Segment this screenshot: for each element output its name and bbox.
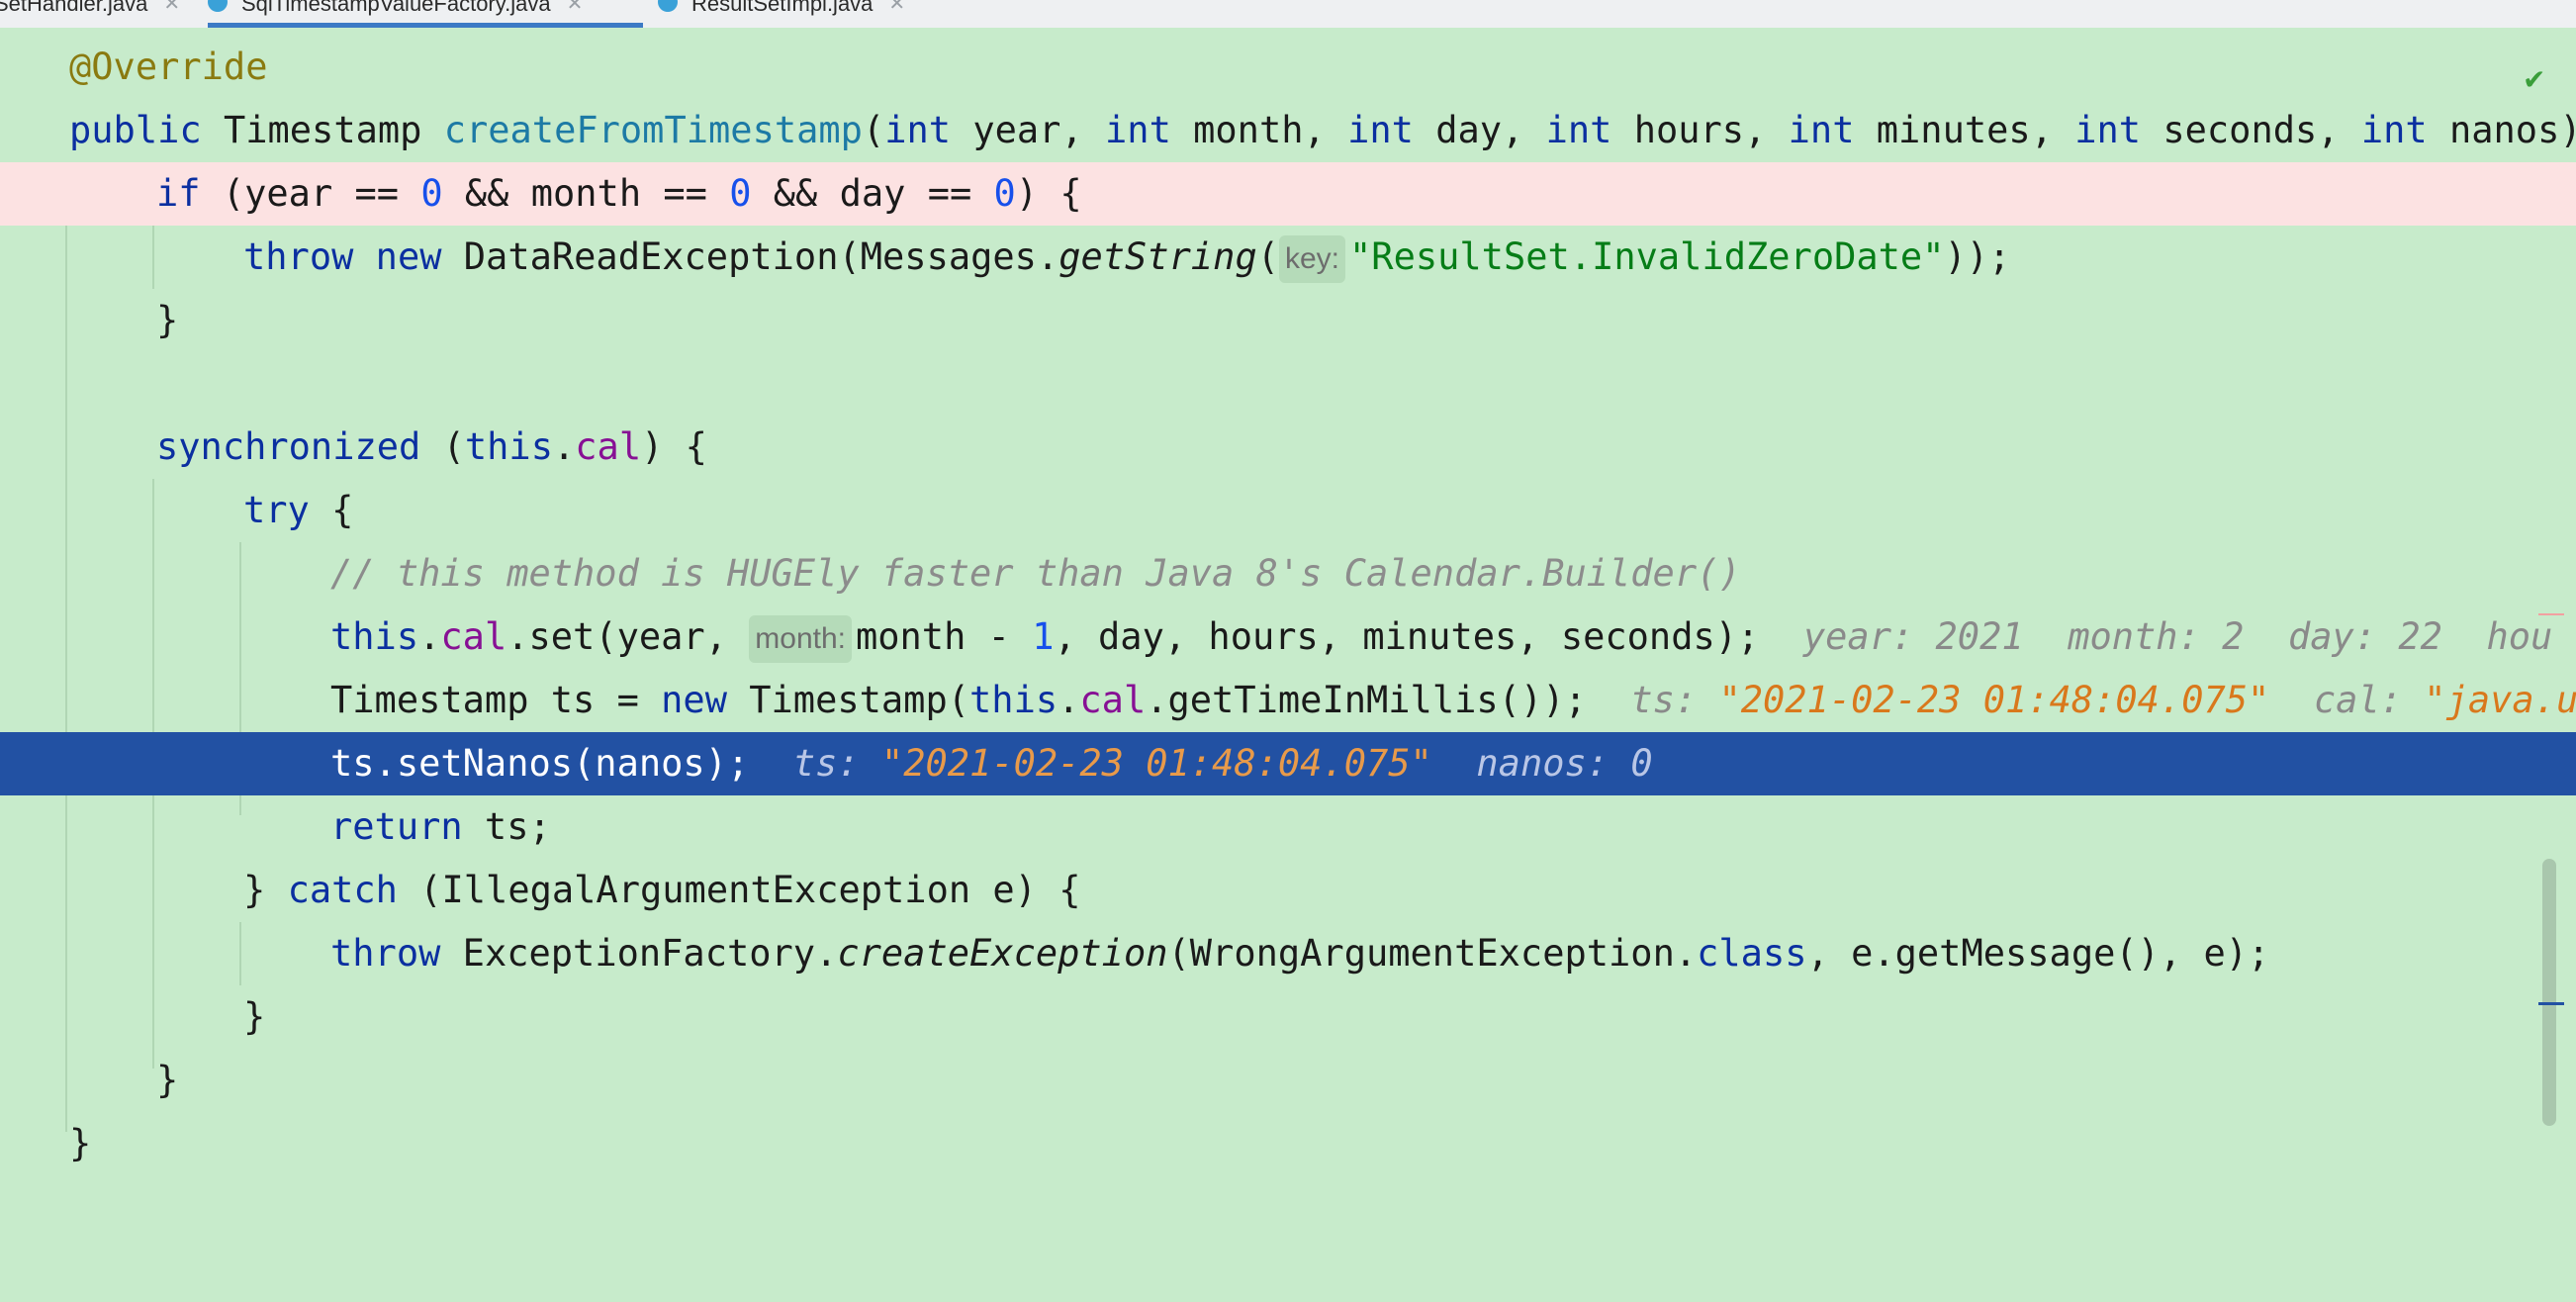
parameter-hint: month: — [749, 614, 852, 663]
code-line: synchronized (this.cal) { — [0, 416, 2576, 479]
throw-statement: throw ExceptionFactory.createException(W… — [330, 932, 2270, 975]
java-class-icon — [658, 0, 678, 12]
set-nanos-statement: ts.setNanos(nanos); ts: "2021-02-23 01:4… — [330, 742, 1653, 785]
tab-label: ResultSetImpl.java — [691, 0, 874, 16]
code-line: return ts; — [0, 795, 2576, 859]
cal-set-statement: this.cal.set(year, month: month - 1, day,… — [330, 605, 2552, 669]
code-line: } — [156, 299, 179, 341]
debug-inline-values: ts: "2021-02-23 01:48:04.075" nanos: 0 — [792, 742, 1653, 785]
code-line: @Override — [0, 36, 2576, 99]
debug-inline-values: ts: "2021-02-23 01:48:04.075" cal: "java… — [1630, 679, 2576, 721]
java-class-icon — [208, 0, 228, 12]
code-line: try { — [0, 479, 2576, 542]
close-icon[interactable]: ✕ — [567, 0, 584, 16]
current-execution-line: ts.setNanos(nanos); ts: "2021-02-23 01:4… — [0, 732, 2576, 795]
code-line: Timestamp ts = new Timestamp(this.cal.ge… — [0, 669, 2576, 732]
code-line: } — [243, 995, 266, 1038]
comment: // this method is HUGEly faster than Jav… — [330, 552, 1741, 595]
timestamp-declaration: Timestamp ts = new Timestamp(this.cal.ge… — [330, 669, 2576, 732]
code-line: throw new DataReadException(Messages.get… — [0, 226, 2576, 289]
tab-resultsetimpl[interactable]: ResultSetImpl.java ✕ — [658, 0, 905, 28]
code-editor[interactable]: @Override public Timestamp createFromTim… — [0, 28, 2576, 1179]
code-line-highlighted: if (year == 0 && month == 0 && day == 0)… — [0, 162, 2576, 226]
synchronized-block: synchronized (this.cal) { — [156, 425, 707, 468]
code-line: public Timestamp createFromTimestamp(int… — [0, 99, 2576, 162]
tab-label: SetHandler.java — [0, 0, 148, 16]
tab-sethandler[interactable]: SetHandler.java ✕ — [0, 0, 180, 28]
return-statement: return ts; — [330, 805, 551, 848]
no-problems-check-icon[interactable]: ✔ — [2523, 63, 2545, 96]
tab-label: SqlTimestampValueFactory.java — [241, 0, 551, 16]
code-line: } catch (IllegalArgumentException e) { — [0, 859, 2576, 922]
scroll-marker[interactable] — [2538, 613, 2564, 615]
code-line: } — [156, 1059, 179, 1101]
method-signature: public Timestamp createFromTimestamp(int… — [69, 109, 2576, 151]
throw-statement: throw new DataReadException(Messages.get… — [243, 226, 2010, 289]
method-name: createFromTimestamp — [443, 109, 863, 151]
code-line: this.cal.set(year, month: month - 1, day,… — [0, 605, 2576, 669]
code-line: throw ExceptionFactory.createException(W… — [0, 922, 2576, 985]
code-line: } — [69, 1122, 92, 1164]
code-line: // this method is HUGEly faster than Jav… — [0, 542, 2576, 605]
vertical-scrollbar[interactable] — [2542, 859, 2556, 1126]
if-statement: if (year == 0 && month == 0 && day == 0)… — [156, 172, 1082, 215]
debug-inline-values: year: 2021 month: 2 day: 22 hou — [1802, 615, 2553, 658]
close-icon[interactable]: ✕ — [163, 0, 180, 16]
editor-tab-bar: SetHandler.java ✕ SqlTimestampValueFacto… — [0, 0, 2576, 29]
parameter-hint: key: — [1279, 234, 1346, 283]
annotation: @Override — [69, 46, 268, 88]
tab-sqltimestampvaluefactory[interactable]: SqlTimestampValueFactory.java ✕ — [208, 0, 643, 28]
close-icon[interactable]: ✕ — [888, 0, 905, 16]
scroll-marker[interactable] — [2538, 1002, 2564, 1005]
try-block: try { — [243, 489, 354, 531]
catch-block: } catch (IllegalArgumentException e) { — [243, 869, 1081, 911]
